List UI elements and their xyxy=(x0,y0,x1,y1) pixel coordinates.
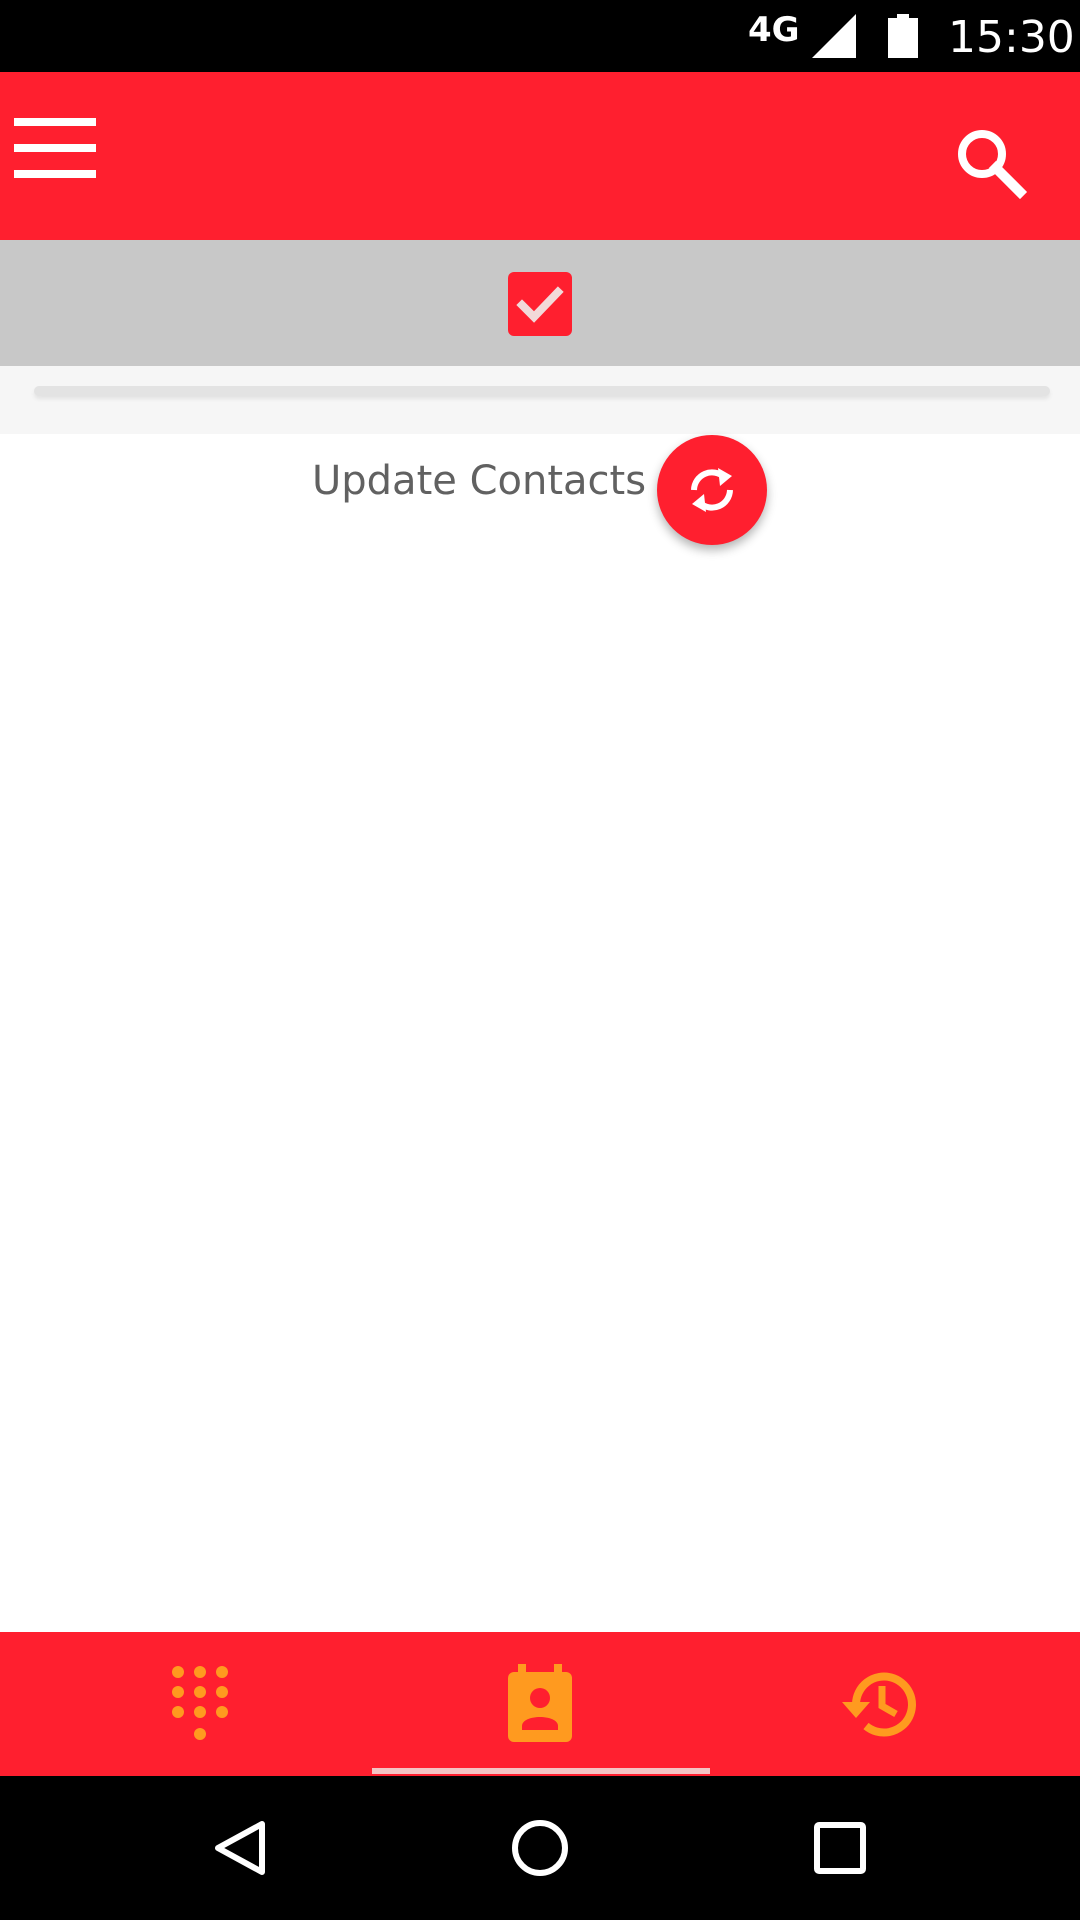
bottom-nav xyxy=(0,1632,1080,1776)
sync-icon xyxy=(691,468,733,512)
select-strip xyxy=(0,240,1080,366)
progress-bar xyxy=(34,386,1050,396)
clock: 15:30 xyxy=(948,12,1075,63)
active-tab-indicator xyxy=(372,1768,710,1774)
tab-contacts[interactable] xyxy=(360,1632,720,1776)
back-icon xyxy=(215,1821,265,1875)
tab-dialpad[interactable] xyxy=(20,1632,380,1776)
home-icon xyxy=(512,1820,568,1876)
home-button[interactable] xyxy=(492,1800,588,1896)
search-icon xyxy=(958,130,1028,200)
recents-button[interactable] xyxy=(792,1800,888,1896)
update-contacts-button[interactable] xyxy=(657,435,767,545)
search-button[interactable] xyxy=(950,122,1030,202)
system-nav-bar xyxy=(0,1776,1080,1920)
tab-history[interactable] xyxy=(698,1632,1058,1776)
signal-icon xyxy=(812,14,856,58)
battery-icon xyxy=(888,14,918,58)
select-all-checkbox[interactable] xyxy=(508,272,572,336)
checkbox-checked-icon xyxy=(516,286,564,323)
network-type: 4G xyxy=(748,10,800,50)
history-icon xyxy=(842,1672,916,1737)
app-bar xyxy=(0,72,1080,240)
progress-strip xyxy=(0,366,1080,434)
back-button[interactable] xyxy=(192,1800,288,1896)
contacts-icon xyxy=(508,1664,572,1742)
recents-icon xyxy=(814,1822,866,1874)
menu-button[interactable] xyxy=(10,118,100,182)
status-bar: 4G 15:30 xyxy=(0,0,1080,72)
dialpad-icon xyxy=(172,1666,228,1740)
update-contacts-label: Update Contacts xyxy=(312,458,647,504)
